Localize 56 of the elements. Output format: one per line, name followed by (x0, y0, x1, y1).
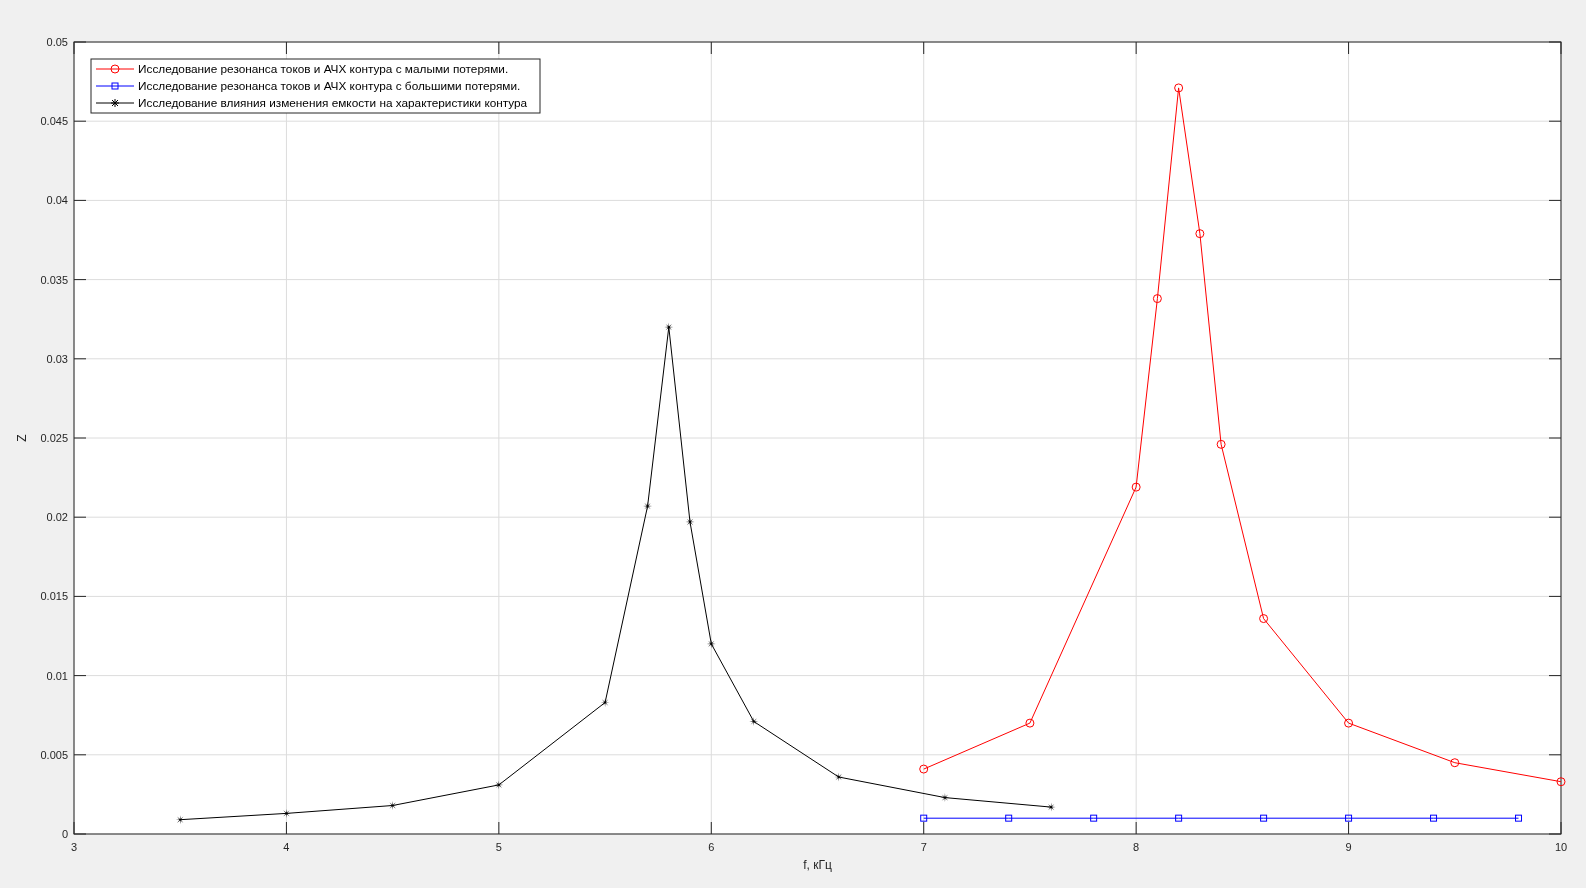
square-marker (1005, 814, 1013, 822)
circle-marker (1131, 482, 1141, 492)
x-axis-label: f, кГц (803, 858, 832, 872)
y-tick-label: 0.04 (46, 194, 68, 207)
x-tick-label: 7 (920, 841, 927, 853)
x-tick-label: 3 (70, 841, 78, 853)
legend-line-icon (95, 98, 135, 108)
x-tick-label: 9 (1345, 841, 1352, 853)
star-marker (175, 815, 185, 825)
star-marker (281, 808, 291, 818)
legend-line-icon (95, 64, 135, 74)
y-tick-label: 0.05 (46, 36, 68, 48)
y-tick-label: 0.025 (40, 432, 68, 444)
legend-label: Исследование резонанса токов и АЧХ контура с большими потерями. (138, 79, 521, 93)
x-tick-label: 6 (708, 841, 715, 853)
square-marker (1260, 814, 1268, 822)
star-marker (494, 780, 504, 790)
square-marker (1345, 814, 1353, 822)
star-marker (388, 801, 398, 810)
y-tick-label: 0.045 (40, 115, 68, 128)
circle-marker (1174, 83, 1184, 93)
circle-marker (1344, 718, 1354, 728)
star-marker (749, 717, 759, 727)
x-tick-label: 4 (283, 841, 290, 853)
circle-marker (1195, 229, 1205, 239)
x-tick-label: 8 (1133, 841, 1140, 853)
square-marker (920, 814, 928, 822)
circle-marker (1450, 758, 1460, 768)
circle-marker (1259, 614, 1269, 624)
circle-marker (1025, 718, 1035, 728)
legend-label: Исследование резонанса токов и АЧХ контура с малыми потерями. (138, 62, 509, 76)
y-axis-label: Z (15, 434, 29, 442)
y-tick-label: 0.035 (40, 273, 68, 286)
square-marker (1430, 814, 1438, 822)
circle-marker (1152, 294, 1162, 304)
circle-marker (1216, 439, 1226, 449)
legend-line-icon (95, 82, 135, 90)
square-marker (1090, 814, 1098, 822)
legend-label: Исследование влияния изменения емкости на характеристики контура (138, 96, 528, 110)
star-marker (664, 322, 674, 332)
x-tick-label: 5 (495, 841, 502, 853)
star-marker (1046, 802, 1056, 812)
y-tick-label: 0.03 (46, 352, 68, 365)
square-marker (1515, 814, 1522, 822)
star-marker (685, 517, 695, 527)
x-tick-label: 10 (1554, 841, 1568, 853)
square-marker (1175, 814, 1183, 822)
circle-marker (919, 764, 929, 774)
y-tick-label: 0.01 (46, 669, 68, 682)
y-tick-label: 0.015 (40, 590, 68, 603)
y-tick-label: 0 (61, 828, 68, 840)
y-tick-label: 0.02 (46, 511, 68, 524)
star-marker (834, 772, 844, 782)
star-marker (706, 639, 716, 649)
circle-marker (1556, 777, 1566, 787)
y-tick-label: 0.005 (40, 748, 68, 761)
